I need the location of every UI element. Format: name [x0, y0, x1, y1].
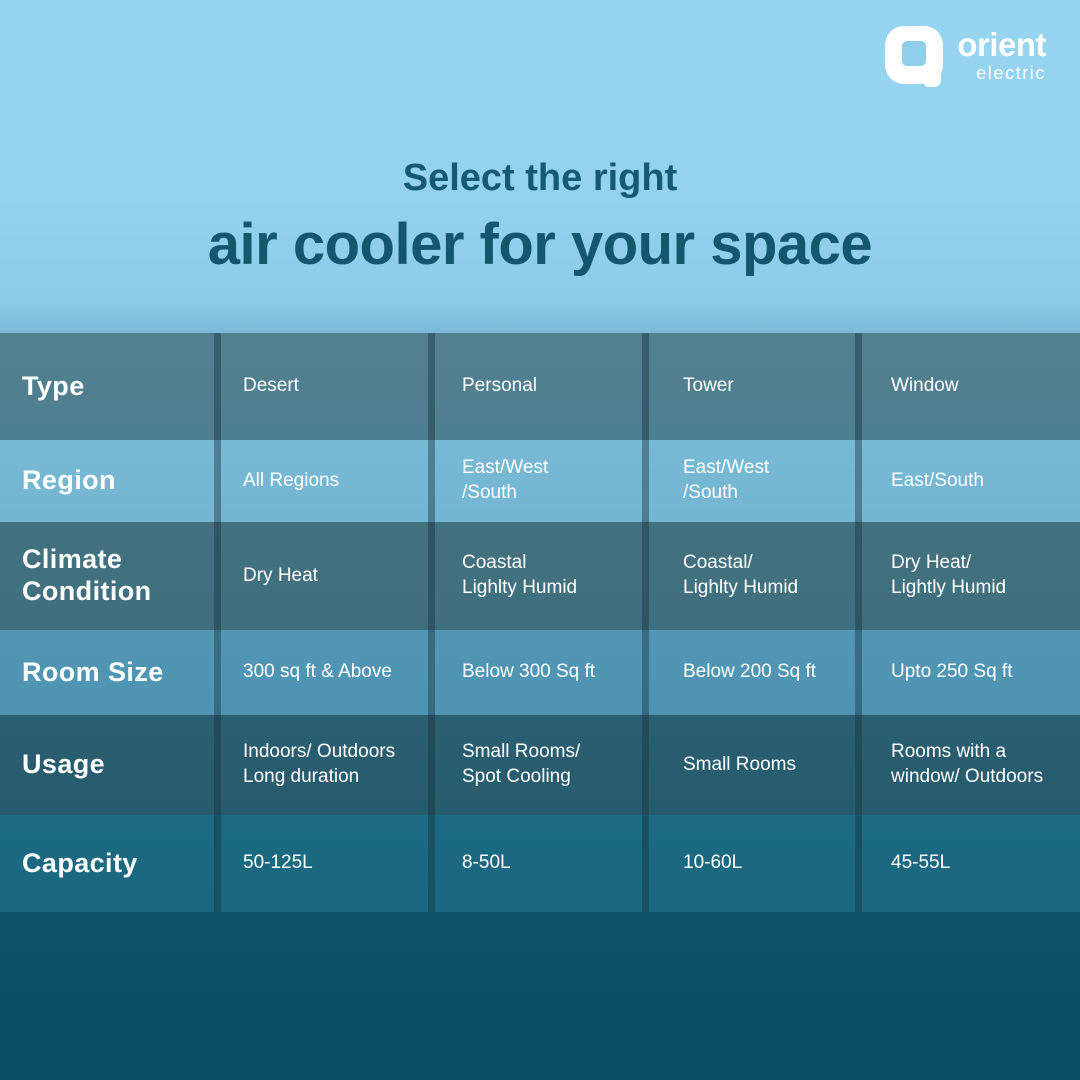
title-line-2: air cooler for your space — [207, 211, 873, 277]
table-row: Region All Regions East/West/South East/… — [0, 440, 1080, 522]
table-cell: East/South — [891, 469, 984, 491]
table-cell: All Regions — [243, 469, 340, 491]
table-cell: 50-125L — [243, 852, 313, 874]
table-cell: East/West/South — [462, 457, 549, 503]
table-cell: Small Rooms — [683, 753, 796, 775]
table-cell: East/West/South — [683, 457, 770, 503]
table-cell: Indoors/ Outdoors Long duration — [243, 741, 396, 787]
table-cell: Window — [891, 375, 959, 397]
column-divider — [214, 333, 221, 912]
table-row: Type Desert Personal Tower Window — [0, 333, 1080, 440]
table-cell: 8-50L — [462, 852, 511, 874]
row-label: Region — [22, 465, 116, 496]
table-cell: 45-55L — [891, 852, 951, 874]
brand-name-primary: orient — [957, 26, 1046, 63]
table-cell: 300 sq ft & Above — [243, 661, 392, 683]
comparison-table: Type Desert Personal Tower Window Region… — [0, 333, 1080, 912]
table-cell: Personal — [462, 375, 537, 397]
table-row: Climate Condition Dry Heat Coastal Lighlty… — [0, 522, 1080, 630]
table-cell: Rooms with a window/ Outdoors — [891, 741, 1044, 787]
column-divider — [642, 333, 649, 912]
title-line-1: Select the right — [402, 157, 678, 199]
table-cell: Coastal Lighlty Humid — [462, 552, 578, 598]
row-label: Climate Condition — [22, 544, 152, 606]
table-cell: Below 200 Sq ft — [683, 661, 817, 683]
poster-canvas: orient electric Select the right air coo… — [0, 0, 1080, 1080]
brand-name-secondary: electric — [976, 63, 1046, 83]
table-cell: Desert — [243, 375, 299, 397]
orient-logo-mark-icon — [885, 26, 944, 87]
table-row: Room Size 300 sq ft & Above Below 300 Sq… — [0, 630, 1080, 715]
row-label: Type — [22, 370, 85, 401]
table-cell: Coastal/Lighlty Humid — [683, 552, 799, 598]
table-cell: Upto 250 Sq ft — [891, 661, 1013, 683]
column-divider — [428, 333, 435, 912]
page-title: Select the right air cooler for your spa… — [0, 157, 1080, 278]
brand-wordmark: orient electric — [957, 28, 1046, 82]
row-label: Usage — [22, 749, 106, 780]
table-cell: 10-60L — [683, 852, 743, 874]
row-label: Room Size — [22, 656, 164, 687]
brand-logo: orient electric — [885, 26, 1046, 87]
table-row: Usage Indoors/ Outdoors Long duration Sma… — [0, 715, 1080, 815]
table-cell: Small Rooms/Spot Cooling — [462, 741, 581, 787]
table-cell: Tower — [683, 375, 734, 397]
table-cell: Dry Heat/Lightly Humid — [891, 552, 1007, 598]
table-cell: Below 300 Sq ft — [462, 661, 596, 683]
row-label: Capacity — [22, 847, 138, 878]
table-cell: Dry Heat — [243, 564, 318, 586]
column-divider — [855, 333, 862, 912]
table-row: Capacity 50-125L 8-50L 10-60L 45-55L — [0, 815, 1080, 912]
